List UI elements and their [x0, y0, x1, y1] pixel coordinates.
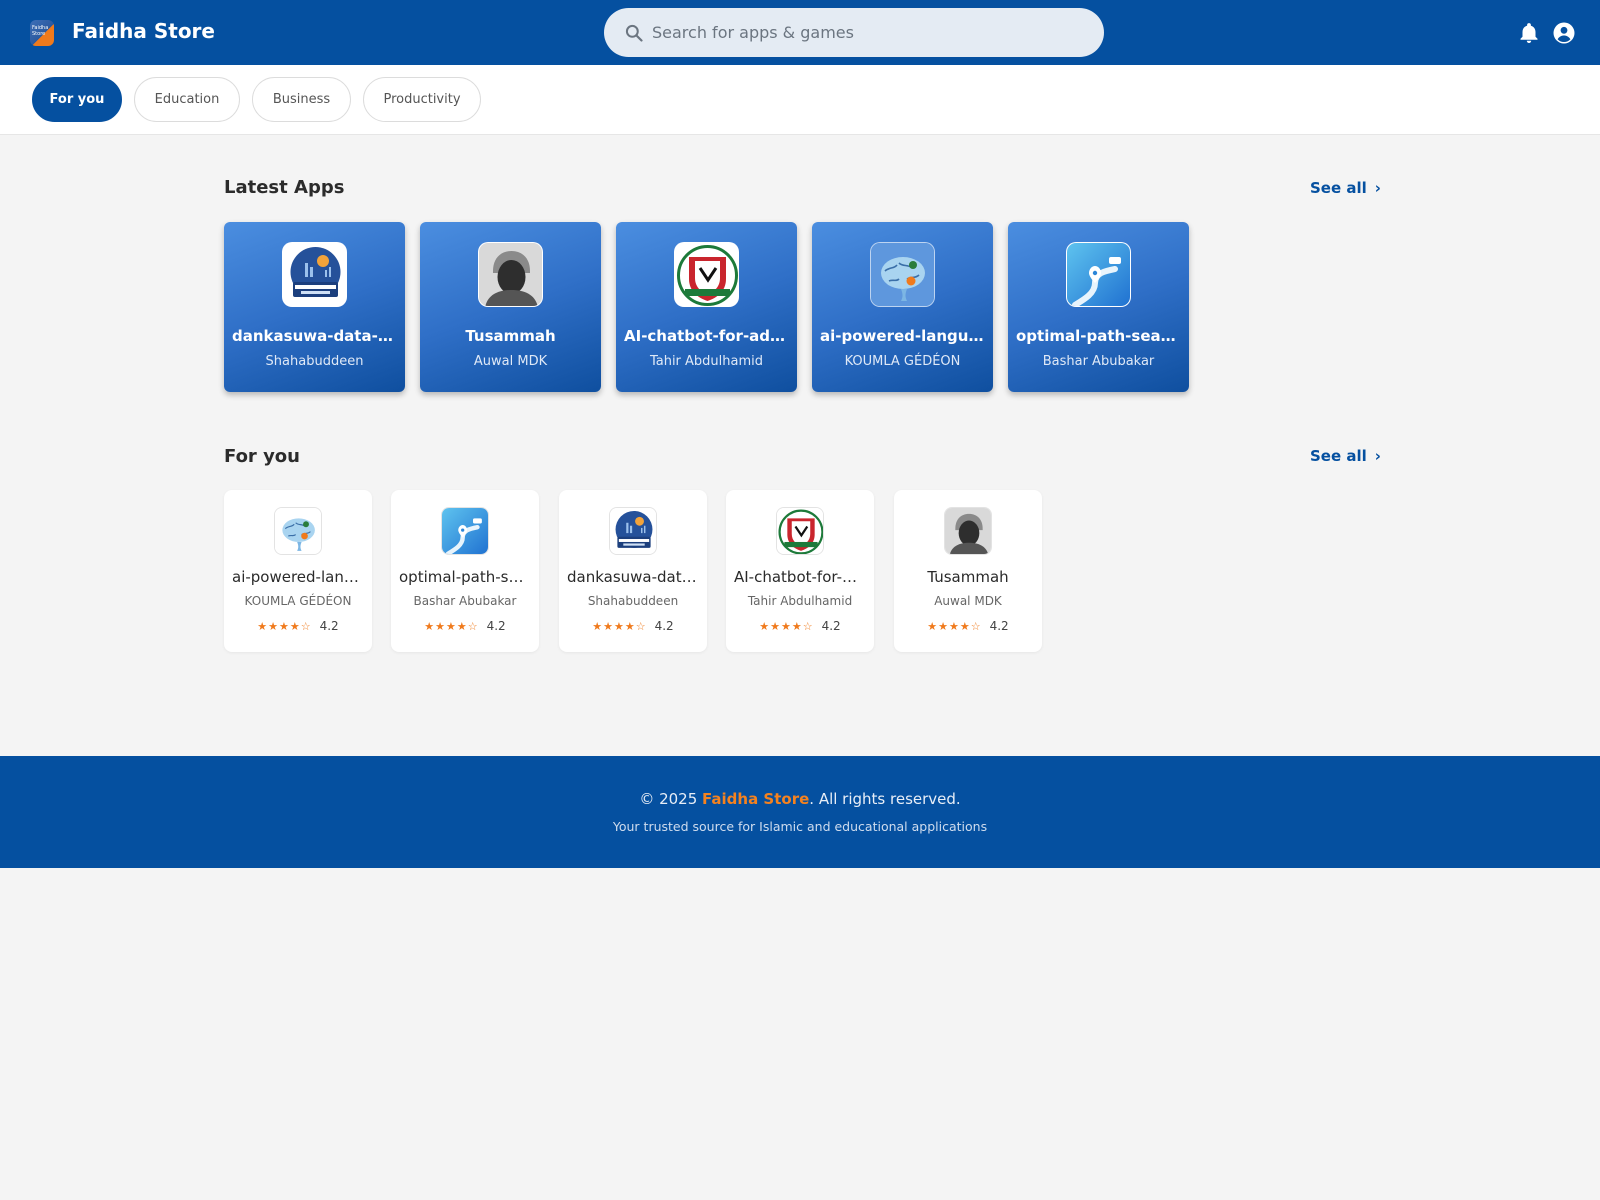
rating-stars: ★★★★☆ [424, 620, 479, 633]
developer-name: Tahir Abdulhamid [747, 594, 853, 608]
app-card[interactable]: Tusammah Auwal MDK ★★★★☆ 4.2 [894, 490, 1042, 652]
latest-app-card[interactable]: ai-powered-language KOUMLA GÉDÉON [812, 222, 993, 392]
category-tabs: For you Education Business Productivity [0, 65, 1600, 135]
footer-tagline: Your trusted source for Islamic and educ… [612, 819, 988, 834]
app-rating: ★★★★☆ 4.2 [894, 619, 1042, 633]
app-name: Tusammah [465, 327, 556, 345]
rating-stars: ★★★★☆ [592, 620, 647, 633]
app-name: ai-powered-language [232, 568, 364, 586]
tab-education[interactable]: Education [134, 77, 240, 122]
store-name[interactable]: Faidha Store [72, 19, 215, 43]
latest-app-card[interactable]: Tusammah Auwal MDK [420, 222, 601, 392]
app-rating: ★★★★☆ 4.2 [559, 619, 707, 633]
developer-name: Auwal MDK [934, 594, 1002, 608]
app-name: AI-chatbot-for-admissions [624, 327, 789, 345]
latest-apps-title: Latest Apps [224, 177, 345, 198]
brain-icon [870, 242, 935, 307]
rating-stars: ★★★★☆ [257, 620, 312, 633]
app-rating: ★★★★☆ 4.2 [224, 619, 372, 633]
latest-app-card[interactable]: dankasuwa-data-sub Shahabuddeen [224, 222, 405, 392]
app-card[interactable]: optimal-path-search Bashar Abubakar ★★★★… [391, 490, 539, 652]
copyright-prefix: © 2025 [639, 790, 703, 808]
account-icon[interactable] [1552, 21, 1576, 45]
app-name: dankasuwa-data-sub [232, 327, 397, 345]
app-card[interactable]: dankasuwa-data-sub Shahabuddeen ★★★★☆ 4.2 [559, 490, 707, 652]
dankasuwa-logo-icon [609, 507, 657, 555]
notification-bell-icon[interactable] [1517, 21, 1541, 45]
rating-stars: ★★★★☆ [759, 620, 814, 633]
dankasuwa-logo-icon [282, 242, 347, 307]
portrait-icon [478, 242, 543, 307]
for-you-see-all-link[interactable]: See all › [1310, 447, 1381, 465]
app-name: optimal-path-search [399, 568, 531, 586]
tab-for-you[interactable]: For you [32, 77, 122, 122]
see-all-label: See all [1310, 447, 1367, 465]
for-you-title: For you [224, 446, 300, 467]
rating-value: 4.2 [821, 619, 841, 633]
search-icon [625, 24, 643, 42]
developer-name: Bashar Abubakar [413, 594, 517, 608]
copyright-text: © 2025 Faidha Store. All rights reserved… [0, 790, 1600, 808]
latest-app-card[interactable]: AI-chatbot-for-admissions Tahir Abdulham… [616, 222, 797, 392]
top-app-bar: Faidha Store Faidha Store [0, 0, 1600, 65]
route-icon [1066, 242, 1131, 307]
tab-business[interactable]: Business [252, 77, 351, 122]
tab-productivity[interactable]: Productivity [363, 77, 481, 122]
see-all-label: See all [1310, 179, 1367, 197]
developer-name: KOUMLA GÉDÉON [244, 594, 352, 608]
copyright-suffix: . All rights reserved. [809, 790, 961, 808]
crest-icon [674, 242, 739, 307]
app-card[interactable]: ai-powered-language KOUMLA GÉDÉON ★★★★☆ 4… [224, 490, 372, 652]
portrait-icon [944, 507, 992, 555]
rating-value: 4.2 [319, 619, 339, 633]
brain-icon [274, 507, 322, 555]
rating-stars: ★★★★☆ [927, 620, 982, 633]
developer-name: Bashar Abubakar [1042, 354, 1155, 369]
search-input[interactable] [652, 19, 1082, 46]
app-name: Tusammah [927, 568, 1009, 586]
store-logo[interactable]: Faidha Store [30, 20, 54, 46]
app-name: AI-chatbot-for-admissions [734, 568, 866, 586]
rating-value: 4.2 [989, 619, 1009, 633]
developer-name: Shahabuddeen [265, 354, 364, 369]
route-icon [441, 507, 489, 555]
rating-value: 4.2 [486, 619, 506, 633]
app-rating: ★★★★☆ 4.2 [726, 619, 874, 633]
chevron-right-icon: › [1374, 447, 1381, 465]
crest-icon [776, 507, 824, 555]
app-name: ai-powered-language [820, 327, 985, 345]
rating-value: 4.2 [654, 619, 674, 633]
chevron-right-icon: › [1374, 179, 1381, 197]
app-name: optimal-path-search [1016, 327, 1181, 345]
app-card[interactable]: AI-chatbot-for-admissions Tahir Abdulham… [726, 490, 874, 652]
search-bar[interactable] [604, 8, 1104, 57]
latest-see-all-link[interactable]: See all › [1310, 179, 1381, 197]
app-name: dankasuwa-data-sub [567, 568, 699, 586]
developer-name: Auwal MDK [473, 354, 548, 369]
developer-name: Shahabuddeen [587, 594, 679, 608]
developer-name: KOUMLA GÉDÉON [844, 354, 961, 369]
developer-name: Tahir Abdulhamid [649, 354, 764, 369]
latest-app-card[interactable]: optimal-path-search Bashar Abubakar [1008, 222, 1189, 392]
footer: © 2025 Faidha Store. All rights reserved… [0, 756, 1600, 868]
footer-brand-name: Faidha Store [702, 790, 810, 808]
app-rating: ★★★★☆ 4.2 [391, 619, 539, 633]
